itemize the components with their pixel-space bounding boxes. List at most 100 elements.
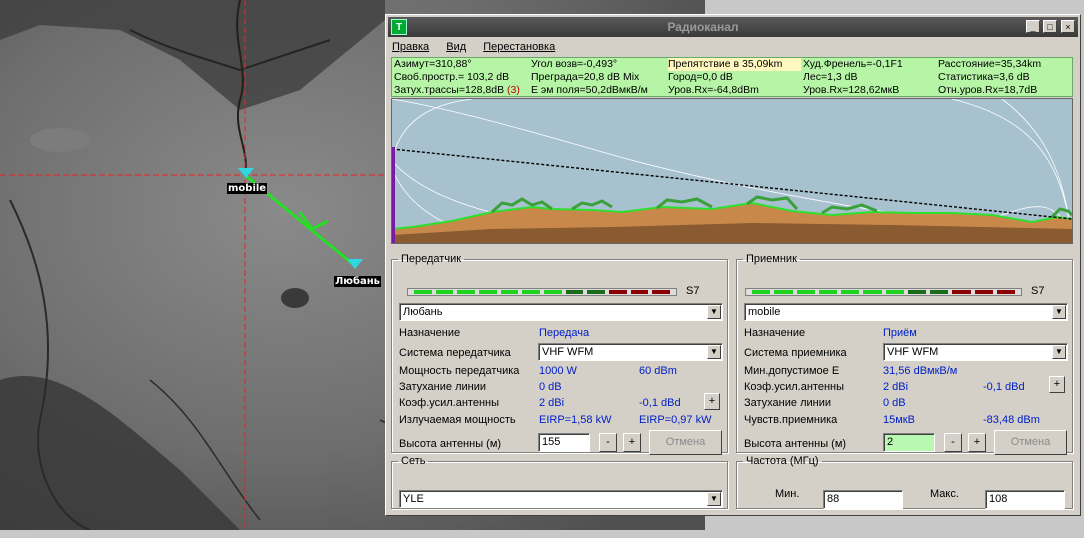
elevation-angle: Угол возв=-0,493° (531, 58, 618, 70)
menu-swap[interactable]: Перестановка (483, 41, 555, 53)
tx-signal-meter (407, 288, 677, 296)
path-loss-flag: (3) (507, 84, 520, 96)
rx-min-e-value: 31,56 dBмкВ/м (883, 365, 958, 377)
rx-gain-dbi: 2 dBi (883, 381, 909, 393)
rx-purpose-value: Приём (883, 327, 917, 339)
tx-height-minus-button[interactable]: - (599, 433, 617, 452)
chevron-down-icon[interactable]: ▼ (707, 305, 721, 319)
menu-view[interactable]: Вид (446, 41, 466, 53)
tx-power-dbm: 60 dBm (639, 365, 677, 377)
frequency-panel: Частота (МГц) Мин. 88 Макс. 108 (736, 455, 1073, 509)
field-strength: Е эм поля=50,2dBмкВ/м (531, 84, 648, 96)
rx-gain-label: Коэф.усил.антенны (744, 381, 845, 393)
tx-station-value: Любань (403, 306, 443, 318)
chevron-down-icon[interactable]: ▼ (707, 492, 721, 506)
rx-height-label: Высота антенны (м) (744, 438, 847, 450)
rx-line-loss-value: 0 dB (883, 397, 906, 409)
path-profile-graphic (392, 99, 1072, 243)
tx-system-label: Система передатчика (399, 347, 511, 359)
rx-sensitivity-uv: 15мкВ (883, 414, 915, 426)
frequency-legend: Частота (МГц) (746, 455, 819, 467)
distance: Расстояние=35,34km (938, 58, 1042, 70)
chevron-down-icon[interactable]: ▼ (707, 345, 721, 359)
title-bar[interactable]: T Радиоканал _ □ × (388, 17, 1078, 37)
maximize-button[interactable]: □ (1043, 20, 1057, 33)
obstacle-distance: Препятствие в 35,09km (668, 58, 801, 71)
rx-cancel-button[interactable]: Отмена (994, 430, 1067, 455)
rx-height-input[interactable]: 2 (883, 433, 935, 452)
tx-cancel-button[interactable]: Отмена (649, 430, 722, 455)
tx-s-level: S7 (686, 285, 700, 297)
obstruction-loss: Преграда=20,8 dB Mix (531, 71, 640, 83)
free-space-loss: Своб.простр.= 103,2 dB (394, 71, 510, 83)
tx-purpose-value: Передача (539, 327, 590, 339)
rx-station-select[interactable]: mobile ▼ (744, 303, 1068, 321)
tx-height-plus-button[interactable]: + (623, 433, 641, 452)
freq-min-label: Мин. (775, 488, 800, 500)
rx-height-minus-button[interactable]: - (944, 433, 962, 452)
receiver-panel: Приемник S7 mobile ▼ Назначение Приём Сис… (736, 253, 1073, 455)
link-info-panel: Азимут=310,88° Угол возв=-0,493° Препятс… (391, 57, 1073, 97)
rx-system-label: Система приемника (744, 347, 847, 359)
rx-sensitivity-dbm: -83,48 dBm (983, 414, 1040, 426)
tx-line-loss-value: 0 dB (539, 381, 562, 393)
rx-line-loss-label: Затухание линии (744, 397, 831, 409)
rx-signal-meter (745, 288, 1022, 296)
tx-height-label: Высота антенны (м) (399, 438, 502, 450)
tx-eirp-2: EIRP=0,97 kW (639, 414, 712, 426)
tx-purpose-label: Назначение (399, 327, 461, 339)
tx-gain-label: Коэф.усил.антенны (399, 397, 500, 409)
rx-system-select[interactable]: VHF WFM ▼ (883, 343, 1068, 361)
statistics-loss: Статистика=3,6 dB (938, 71, 1030, 83)
rx-height-plus-button[interactable]: + (968, 433, 986, 452)
tx-power-watts: 1000 W (539, 365, 577, 377)
network-select[interactable]: YLE ▼ (399, 490, 723, 508)
tx-gain-add-button[interactable]: + (704, 393, 720, 410)
tx-system-select[interactable]: VHF WFM ▼ (538, 343, 723, 361)
map-label-luban[interactable]: Любань (334, 276, 381, 287)
path-profile-chart[interactable] (391, 98, 1073, 244)
freq-min-input[interactable]: 88 (823, 490, 903, 509)
network-panel: Сеть YLE ▼ (391, 455, 728, 509)
tx-line-loss-label: Затухание линии (399, 381, 486, 393)
relative-rx-level: Отн.уров.Rx=18,7dB (938, 84, 1038, 96)
rx-level-uv: Уров.Rx=128,62мкВ (803, 84, 900, 96)
worst-fresnel: Худ.Френель=-0,1F1 (803, 58, 903, 70)
menu-bar: Правка Вид Перестановка (392, 41, 569, 57)
azimuth: Азимут=310,88° (394, 58, 472, 70)
rx-system-value: VHF WFM (887, 346, 939, 358)
freq-max-input[interactable]: 108 (985, 490, 1065, 509)
tx-gain-dbi: 2 dBi (539, 397, 565, 409)
rx-gain-dbd: -0,1 dBd (983, 381, 1025, 393)
radio-link-window: T Радиоканал _ □ × Правка Вид Перестанов… (385, 14, 1081, 516)
receiver-legend: Приемник (746, 253, 797, 265)
map-label-mobile[interactable]: mobile (227, 183, 268, 194)
tx-height-input[interactable]: 155 (538, 433, 590, 452)
close-button[interactable]: × (1061, 20, 1075, 33)
chevron-down-icon[interactable]: ▼ (1052, 305, 1066, 319)
chevron-down-icon[interactable]: ▼ (1052, 345, 1066, 359)
path-loss: Затух.трассы=128,8dB (3) (394, 84, 520, 97)
tx-power-label: Мощность передатчика (399, 365, 520, 377)
tx-system-value: VHF WFM (542, 346, 594, 358)
menu-edit[interactable]: Правка (392, 41, 429, 53)
freq-max-label: Макс. (930, 488, 959, 500)
rx-sensitivity-label: Чувств.приемника (744, 414, 838, 426)
urban-loss: Город=0,0 dB (668, 71, 733, 83)
path-loss-value: Затух.трассы=128,8dB (394, 84, 505, 96)
rx-station-value: mobile (748, 306, 781, 318)
minimize-button[interactable]: _ (1026, 20, 1040, 33)
network-value: YLE (403, 493, 424, 505)
tx-eirp-1: EIRP=1,58 kW (539, 414, 612, 426)
rx-min-e-label: Мин.допустимое Е (744, 365, 840, 377)
forest-loss: Лес=1,3 dB (803, 71, 858, 83)
tx-radiated-label: Излучаемая мощность (399, 414, 516, 426)
network-legend: Сеть (401, 455, 426, 467)
rx-purpose-label: Назначение (744, 327, 806, 339)
rx-gain-add-button[interactable]: + (1049, 376, 1065, 393)
rx-level-dbm: Уров.Rx=-64,8dBm (668, 84, 759, 96)
transmitter-legend: Передатчик (401, 253, 462, 265)
transmitter-panel: Передатчик S7 Любань ▼ Назначение Передач… (391, 253, 728, 455)
rx-s-level: S7 (1031, 285, 1045, 297)
tx-station-select[interactable]: Любань ▼ (399, 303, 723, 321)
